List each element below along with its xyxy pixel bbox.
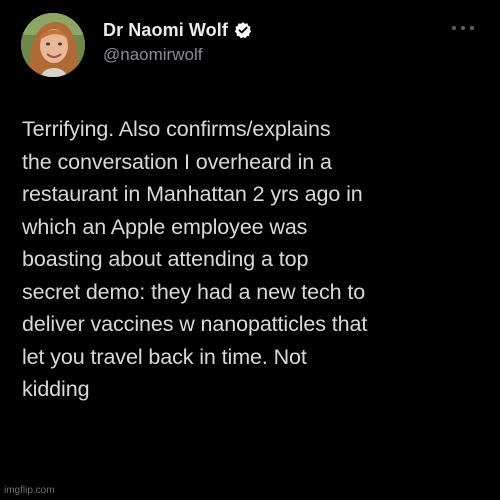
more-dot-icon [461,26,465,30]
watermark: imgflip.com [4,485,55,496]
author-name-row: Dr Naomi Wolf [103,18,252,42]
more-options-button[interactable] [452,24,474,32]
tweet-line: restaurant in Manhattan 2 yrs ago in [22,182,363,206]
display-name[interactable]: Dr Naomi Wolf [103,20,228,41]
profile-photo-icon [21,13,85,77]
tweet-text: Terrifying. Also confirms/explains the c… [22,113,492,406]
tweet-line: secret demo: they had a new tech to [22,279,366,304]
author-handle[interactable]: @naomirwolf [103,45,202,65]
tweet-line: Terrifying. Also confirms/explains [22,117,331,141]
tweet-line: let you travel back in time. Not [22,344,307,369]
tweet-line: boasting about attending a top [22,247,309,271]
tweet-line: which an Apple employee was [22,214,308,239]
more-dot-icon [452,26,456,30]
more-dot-icon [470,26,474,30]
verified-badge-icon [234,22,252,39]
tweet-line: the conversation I overheard in a [22,149,332,174]
tweet-line: deliver vaccines w nanopatticles that [22,312,368,336]
tweet-line: kidding [22,377,90,401]
avatar[interactable] [21,13,85,77]
tweet-card: Dr Naomi Wolf @naomirwolf Terrifying. Al… [0,0,500,500]
